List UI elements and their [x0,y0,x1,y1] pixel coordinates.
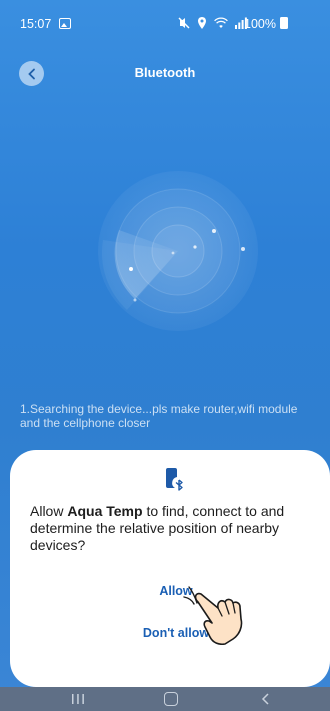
back-icon[interactable] [259,691,273,707]
status-bar: 15:07 100% [0,0,330,40]
battery-icon [280,17,288,29]
bluetooth-device-icon [166,468,183,491]
recent-apps-icon[interactable] [70,691,86,707]
mute-icon [178,17,190,29]
wifi-icon [214,17,228,28]
location-icon [198,17,206,29]
home-icon[interactable] [164,692,178,706]
pointing-hand-icon [183,586,243,645]
page-title: Bluetooth [134,65,196,80]
bluetooth-screen: 15:07 100% Bluetooth 1.Searching the dev… [0,0,330,711]
permission-dialog: Allow Aqua Temp to find, connect to and … [10,450,330,687]
search-hint-text: 1.Searching the device...pls make router… [20,402,298,430]
message-prefix: Allow [30,503,68,519]
radar-scan-graphic [98,171,258,331]
battery-level: 100% [244,17,276,31]
status-icons [178,17,247,29]
app-name: Aqua Temp [67,503,143,519]
navigation-bar [0,687,330,711]
status-time: 15:07 [20,17,52,31]
image-icon [59,18,71,29]
permission-message: Allow Aqua Temp to find, connect to and … [30,503,326,554]
